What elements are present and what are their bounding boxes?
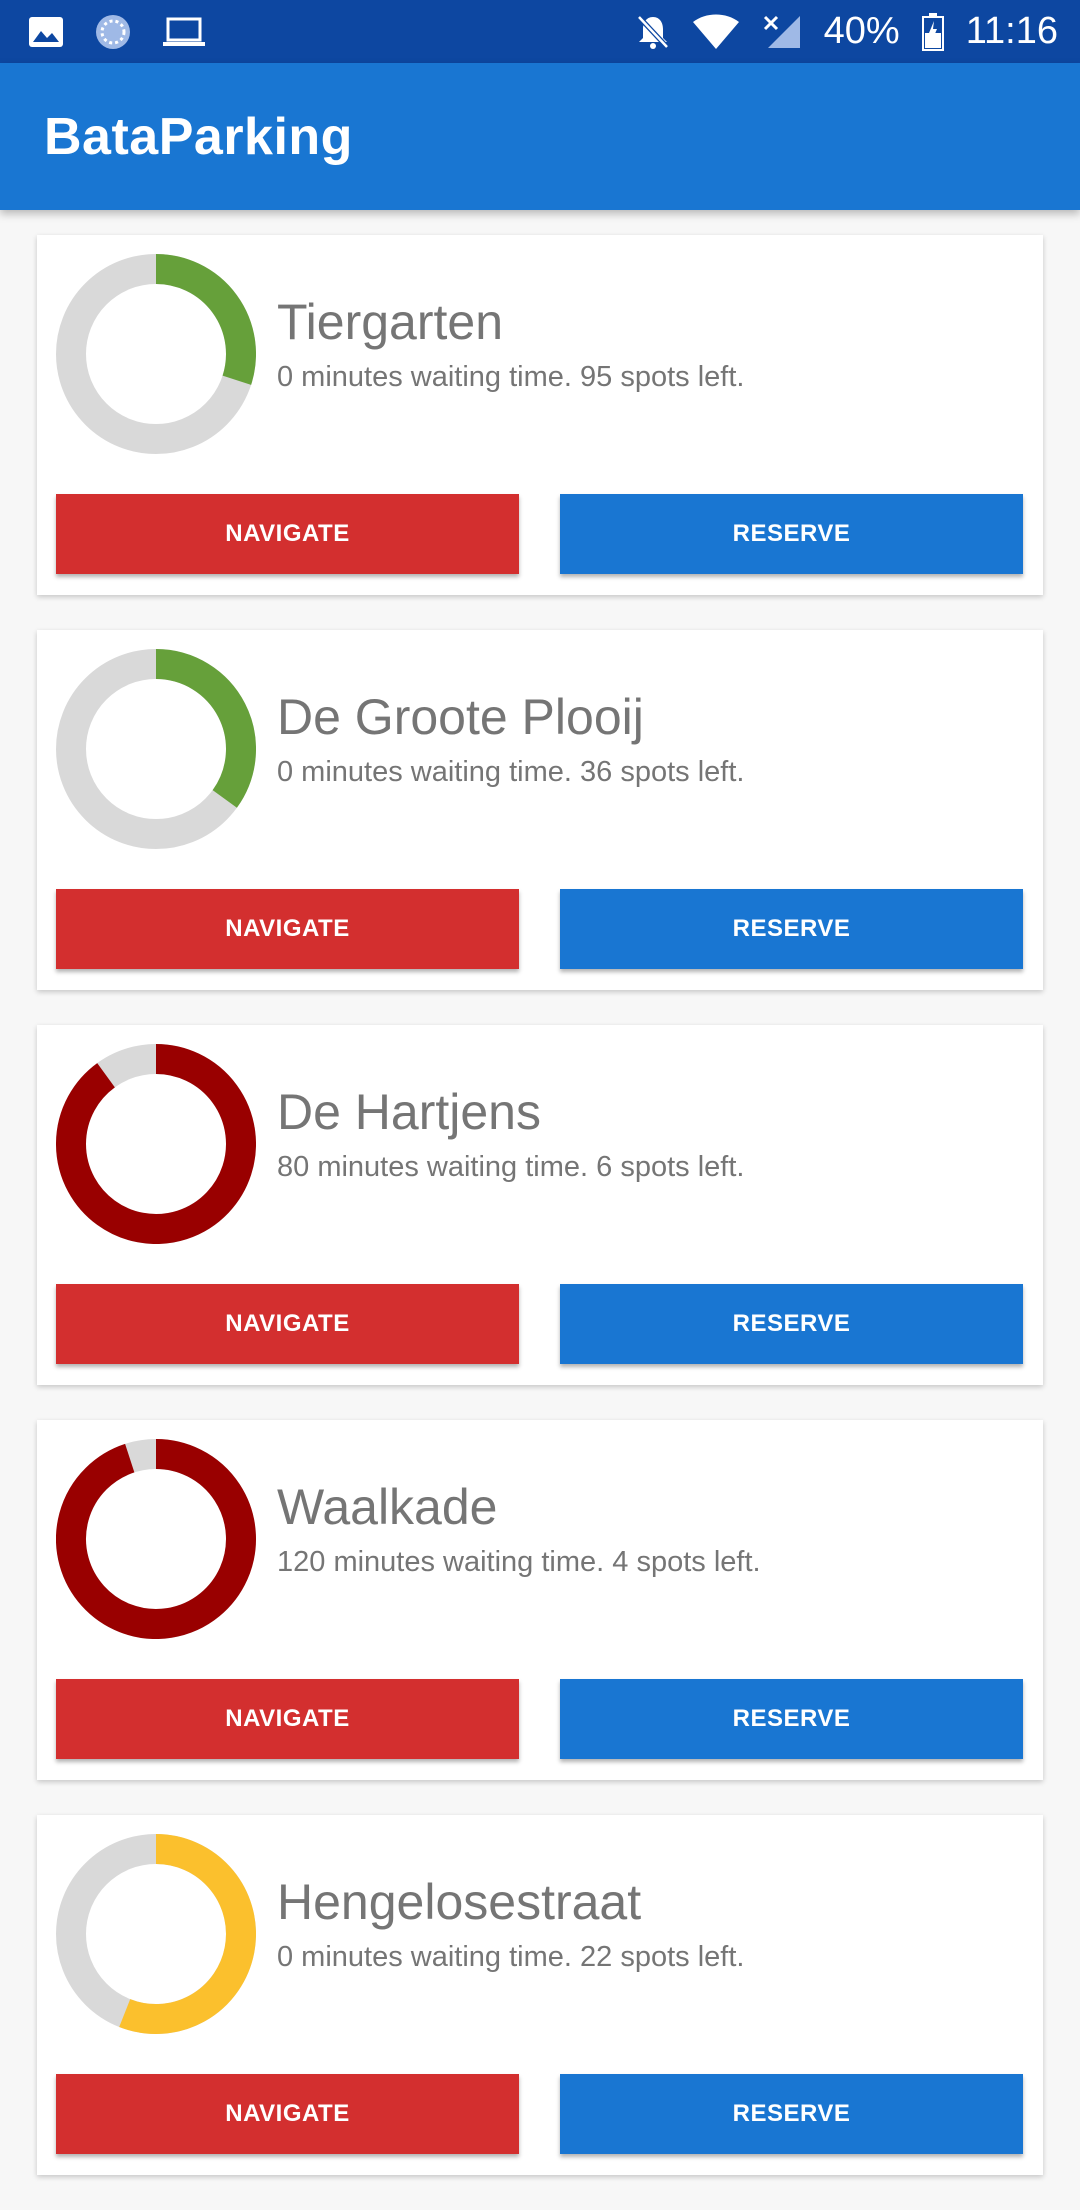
parking-name: Waalkade [277, 1479, 498, 1535]
signal-icon [762, 14, 802, 50]
image-icon [28, 16, 64, 48]
parking-card: De Hartjens 80 minutes waiting time. 6 s… [37, 1025, 1043, 1385]
parking-name: Hengelosestraat [277, 1874, 642, 1930]
parking-info: 120 minutes waiting time. 4 spots left. [277, 1546, 761, 1578]
parking-info: 0 minutes waiting time. 36 spots left. [277, 756, 745, 788]
app-title: BataParking [44, 107, 353, 166]
parking-info: 0 minutes waiting time. 22 spots left. [277, 1941, 745, 1973]
reserve-button[interactable]: RESERVE [560, 494, 1023, 574]
battery-percentage: 40% [823, 10, 900, 52]
navigate-button[interactable]: NAVIGATE [56, 1679, 519, 1759]
reserve-button[interactable]: RESERVE [560, 1284, 1023, 1364]
laptop-icon [162, 16, 206, 48]
parking-list[interactable]: Tiergarten 0 minutes waiting time. 95 sp… [37, 235, 1043, 2210]
occupancy-gauge [56, 1044, 256, 1244]
wifi-icon [692, 14, 740, 50]
parking-name: De Groote Plooij [277, 689, 644, 745]
parking-card: Waalkade 120 minutes waiting time. 4 spo… [37, 1420, 1043, 1780]
parking-card: Hengelosestraat 0 minutes waiting time. … [37, 1815, 1043, 2175]
occupancy-gauge [56, 1834, 256, 2034]
navigate-button[interactable]: NAVIGATE [56, 2074, 519, 2154]
bell-off-icon [636, 14, 670, 50]
navigate-button[interactable]: NAVIGATE [56, 889, 519, 969]
reserve-button[interactable]: RESERVE [560, 2074, 1023, 2154]
status-bar: 40% 11:16 [0, 0, 1080, 63]
sync-icon [94, 13, 132, 51]
navigate-button[interactable]: NAVIGATE [56, 494, 519, 574]
clock: 11:16 [965, 10, 1058, 52]
parking-info: 0 minutes waiting time. 95 spots left. [277, 361, 745, 393]
parking-card: De Groote Plooij 0 minutes waiting time.… [37, 630, 1043, 990]
occupancy-gauge [56, 254, 256, 454]
reserve-button[interactable]: RESERVE [560, 1679, 1023, 1759]
occupancy-gauge [56, 1439, 256, 1639]
occupancy-gauge [56, 649, 256, 849]
parking-card: Tiergarten 0 minutes waiting time. 95 sp… [37, 235, 1043, 595]
parking-name: De Hartjens [277, 1084, 541, 1140]
reserve-button[interactable]: RESERVE [560, 889, 1023, 969]
battery-icon [921, 12, 944, 51]
app-bar: BataParking [0, 63, 1080, 210]
parking-name: Tiergarten [277, 294, 504, 350]
parking-info: 80 minutes waiting time. 6 spots left. [277, 1151, 745, 1183]
navigate-button[interactable]: NAVIGATE [56, 1284, 519, 1364]
